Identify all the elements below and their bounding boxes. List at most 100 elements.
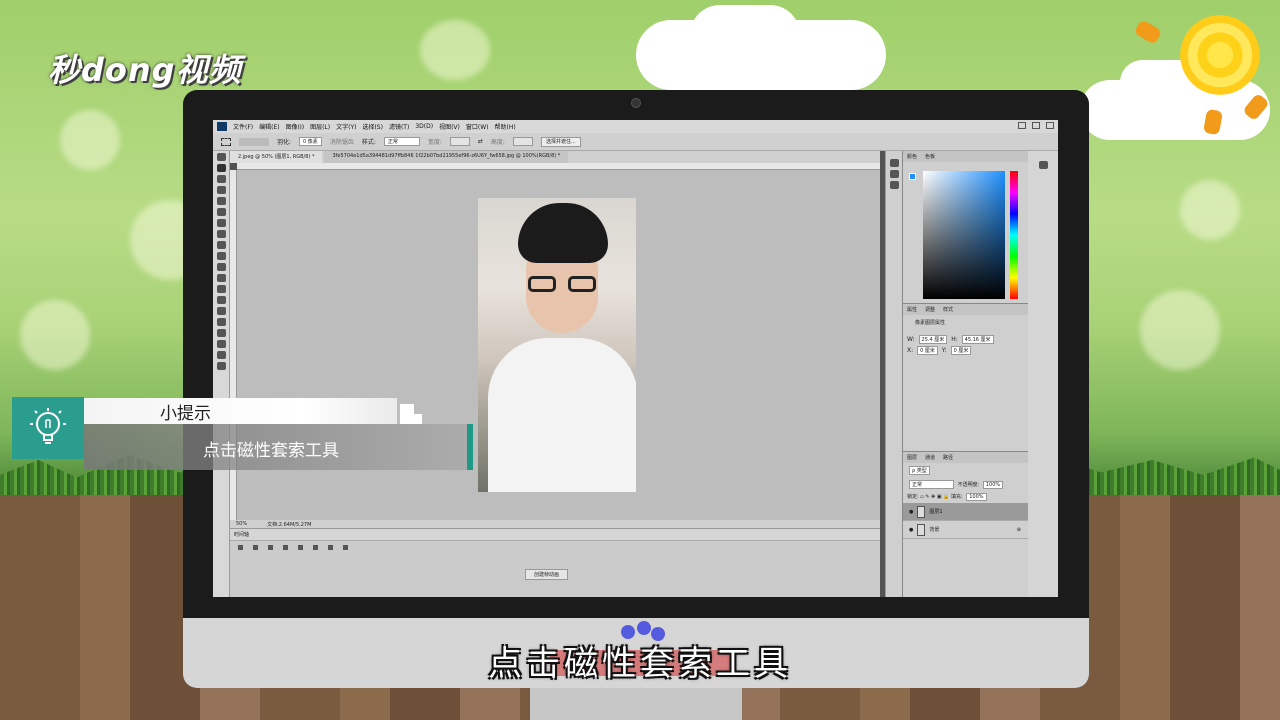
opacity-field[interactable]: 100% xyxy=(982,481,1004,489)
tab-layers[interactable]: 图层 xyxy=(907,454,917,461)
swap-icon[interactable]: ⇄ xyxy=(478,138,483,145)
select-and-mask-button[interactable]: 选择并遮住... xyxy=(540,136,581,147)
right-panels: 颜色 色板 属性 调整 样式 像素图层属性 W: 25.4 厘米 H: 45.1… xyxy=(902,151,1029,597)
tip-text: 点击磁性套索工具 xyxy=(203,441,339,461)
x-field[interactable]: 0 厘米 xyxy=(917,346,938,355)
tab-properties[interactable]: 属性 xyxy=(907,306,917,313)
menu-window[interactable]: 窗口(W) xyxy=(466,122,489,131)
move-tool-icon[interactable] xyxy=(216,153,226,161)
stamp-tool-icon[interactable] xyxy=(216,241,226,249)
tab-document-1[interactable]: 2.jpeg @ 50% (图层1, RGB/8) * xyxy=(230,151,323,163)
antialias-checkbox[interactable]: 消除锯齿 xyxy=(330,137,354,146)
crop-tool-icon[interactable] xyxy=(216,197,226,205)
selection-mode-icon[interactable] xyxy=(239,137,269,146)
brush-settings-icon[interactable] xyxy=(889,170,899,178)
quick-select-tool-icon[interactable] xyxy=(216,186,226,194)
tab-styles[interactable]: 样式 xyxy=(943,306,953,313)
tab-color[interactable]: 颜色 xyxy=(907,153,917,160)
style-select[interactable]: 正常 xyxy=(383,137,420,146)
transition-icon[interactable] xyxy=(343,545,348,550)
timeline-title: 时间轴 xyxy=(230,529,880,541)
play-icon[interactable] xyxy=(268,545,273,550)
marquee-tool-icon[interactable] xyxy=(221,137,231,146)
subtitle-caption: 点击磁性套索工具 xyxy=(488,644,792,684)
blur-tool-icon[interactable] xyxy=(216,285,226,293)
history-icon[interactable] xyxy=(889,159,899,167)
gradient-tool-icon[interactable] xyxy=(216,274,226,282)
dodge-tool-icon[interactable] xyxy=(216,296,226,304)
tab-swatches[interactable]: 色板 xyxy=(925,153,935,160)
menu-type[interactable]: 文字(Y) xyxy=(336,122,356,131)
next-frame-icon[interactable] xyxy=(283,545,288,550)
menu-select[interactable]: 选择(S) xyxy=(362,122,383,131)
layer-kind-filter[interactable]: ρ 类型 xyxy=(909,466,930,475)
brush-tool-icon[interactable] xyxy=(216,230,226,238)
y-field[interactable]: 0 厘米 xyxy=(950,346,972,355)
pen-tool-icon[interactable] xyxy=(216,307,226,315)
zoom-tool-icon[interactable] xyxy=(216,362,226,370)
create-animation-button[interactable]: 创建帧动画 xyxy=(525,569,569,580)
shape-tool-icon[interactable] xyxy=(216,340,226,348)
tip-decor-square xyxy=(414,414,422,424)
menu-layer[interactable]: 图层(L) xyxy=(310,122,330,131)
menu-help[interactable]: 帮助(H) xyxy=(495,122,516,131)
tab-channels[interactable]: 通道 xyxy=(925,454,935,461)
type-tool-icon[interactable] xyxy=(216,318,226,326)
doc-size: 文档:2.64M/5.27M xyxy=(267,521,312,528)
menu-image[interactable]: 图像(I) xyxy=(286,122,304,131)
marquee-tool-icon[interactable] xyxy=(216,164,226,172)
width-input[interactable] xyxy=(449,137,470,146)
first-frame-icon[interactable] xyxy=(238,545,243,550)
menu-file[interactable]: 文件(F) xyxy=(233,122,253,131)
color-panel-tabs: 颜色 色板 xyxy=(903,151,1028,162)
audio-icon[interactable] xyxy=(298,545,303,550)
menu-3d[interactable]: 3D(D) xyxy=(415,123,433,130)
settings-icon[interactable] xyxy=(313,545,318,550)
tip-decor-square xyxy=(400,404,414,424)
tab-paths[interactable]: 路径 xyxy=(943,454,953,461)
maximize-icon[interactable] xyxy=(1032,122,1040,129)
layers-panel: 图层 通道 路径 ρ 类型 正常 不透明度: 100% 锁定: ▫ ✎ ✥ ▣ … xyxy=(903,451,1029,597)
fill-label: 填充: xyxy=(950,494,963,500)
prev-frame-icon[interactable] xyxy=(253,545,258,550)
libraries-icon[interactable] xyxy=(1038,161,1048,169)
blend-mode-select[interactable]: 正常 xyxy=(909,480,954,489)
menu-edit[interactable]: 编辑(E) xyxy=(259,122,279,131)
glasses-right xyxy=(568,276,596,292)
layer-name: 图层1 xyxy=(929,509,943,515)
portrait-photo[interactable] xyxy=(478,198,636,492)
tab-adjustments[interactable]: 调整 xyxy=(925,306,935,313)
bokeh-light xyxy=(1140,290,1220,370)
width-field[interactable]: 25.4 厘米 xyxy=(918,335,948,344)
hand-tool-icon[interactable] xyxy=(216,351,226,359)
foreground-color-swatch[interactable] xyxy=(909,173,916,180)
eraser-tool-icon[interactable] xyxy=(216,263,226,271)
menu-filter[interactable]: 滤镜(T) xyxy=(389,122,409,131)
close-icon[interactable] xyxy=(1046,122,1054,129)
height-field[interactable]: 45.16 厘米 xyxy=(961,335,994,344)
tab-document-2[interactable]: 3fe5704e1d5a394481d97ffb846 1f22b07bd219… xyxy=(324,151,569,163)
eye-icon[interactable]: ● xyxy=(909,509,913,515)
color-picker-field[interactable] xyxy=(923,171,1005,299)
height-input[interactable] xyxy=(512,137,533,146)
split-icon[interactable] xyxy=(328,545,333,550)
menu-view[interactable]: 视图(V) xyxy=(439,122,460,131)
path-select-icon[interactable] xyxy=(216,329,226,337)
layer-row[interactable]: ● 图层1 xyxy=(903,503,1029,521)
healing-brush-icon[interactable] xyxy=(216,219,226,227)
eyedropper-tool-icon[interactable] xyxy=(216,208,226,216)
fill-field[interactable]: 100% xyxy=(966,493,987,501)
lock-icons[interactable]: ▫ ✎ ✥ ▣ 🔒 xyxy=(920,494,949,500)
feather-input[interactable]: 0 像素 xyxy=(299,137,322,146)
hue-slider[interactable] xyxy=(1010,171,1018,299)
history-brush-icon[interactable] xyxy=(216,252,226,260)
feather-label: 羽化: xyxy=(277,139,292,146)
adjustments-icon[interactable] xyxy=(889,181,899,189)
lasso-tool-icon[interactable] xyxy=(216,175,226,183)
lock-label: 锁定: xyxy=(907,494,919,500)
minimize-icon[interactable] xyxy=(1018,122,1026,129)
eye-icon[interactable]: ● xyxy=(909,527,913,533)
toolbox xyxy=(213,151,230,597)
layer-row[interactable]: ● 背景 ⊕ xyxy=(903,521,1029,539)
zoom-level[interactable]: 50% xyxy=(236,521,247,527)
